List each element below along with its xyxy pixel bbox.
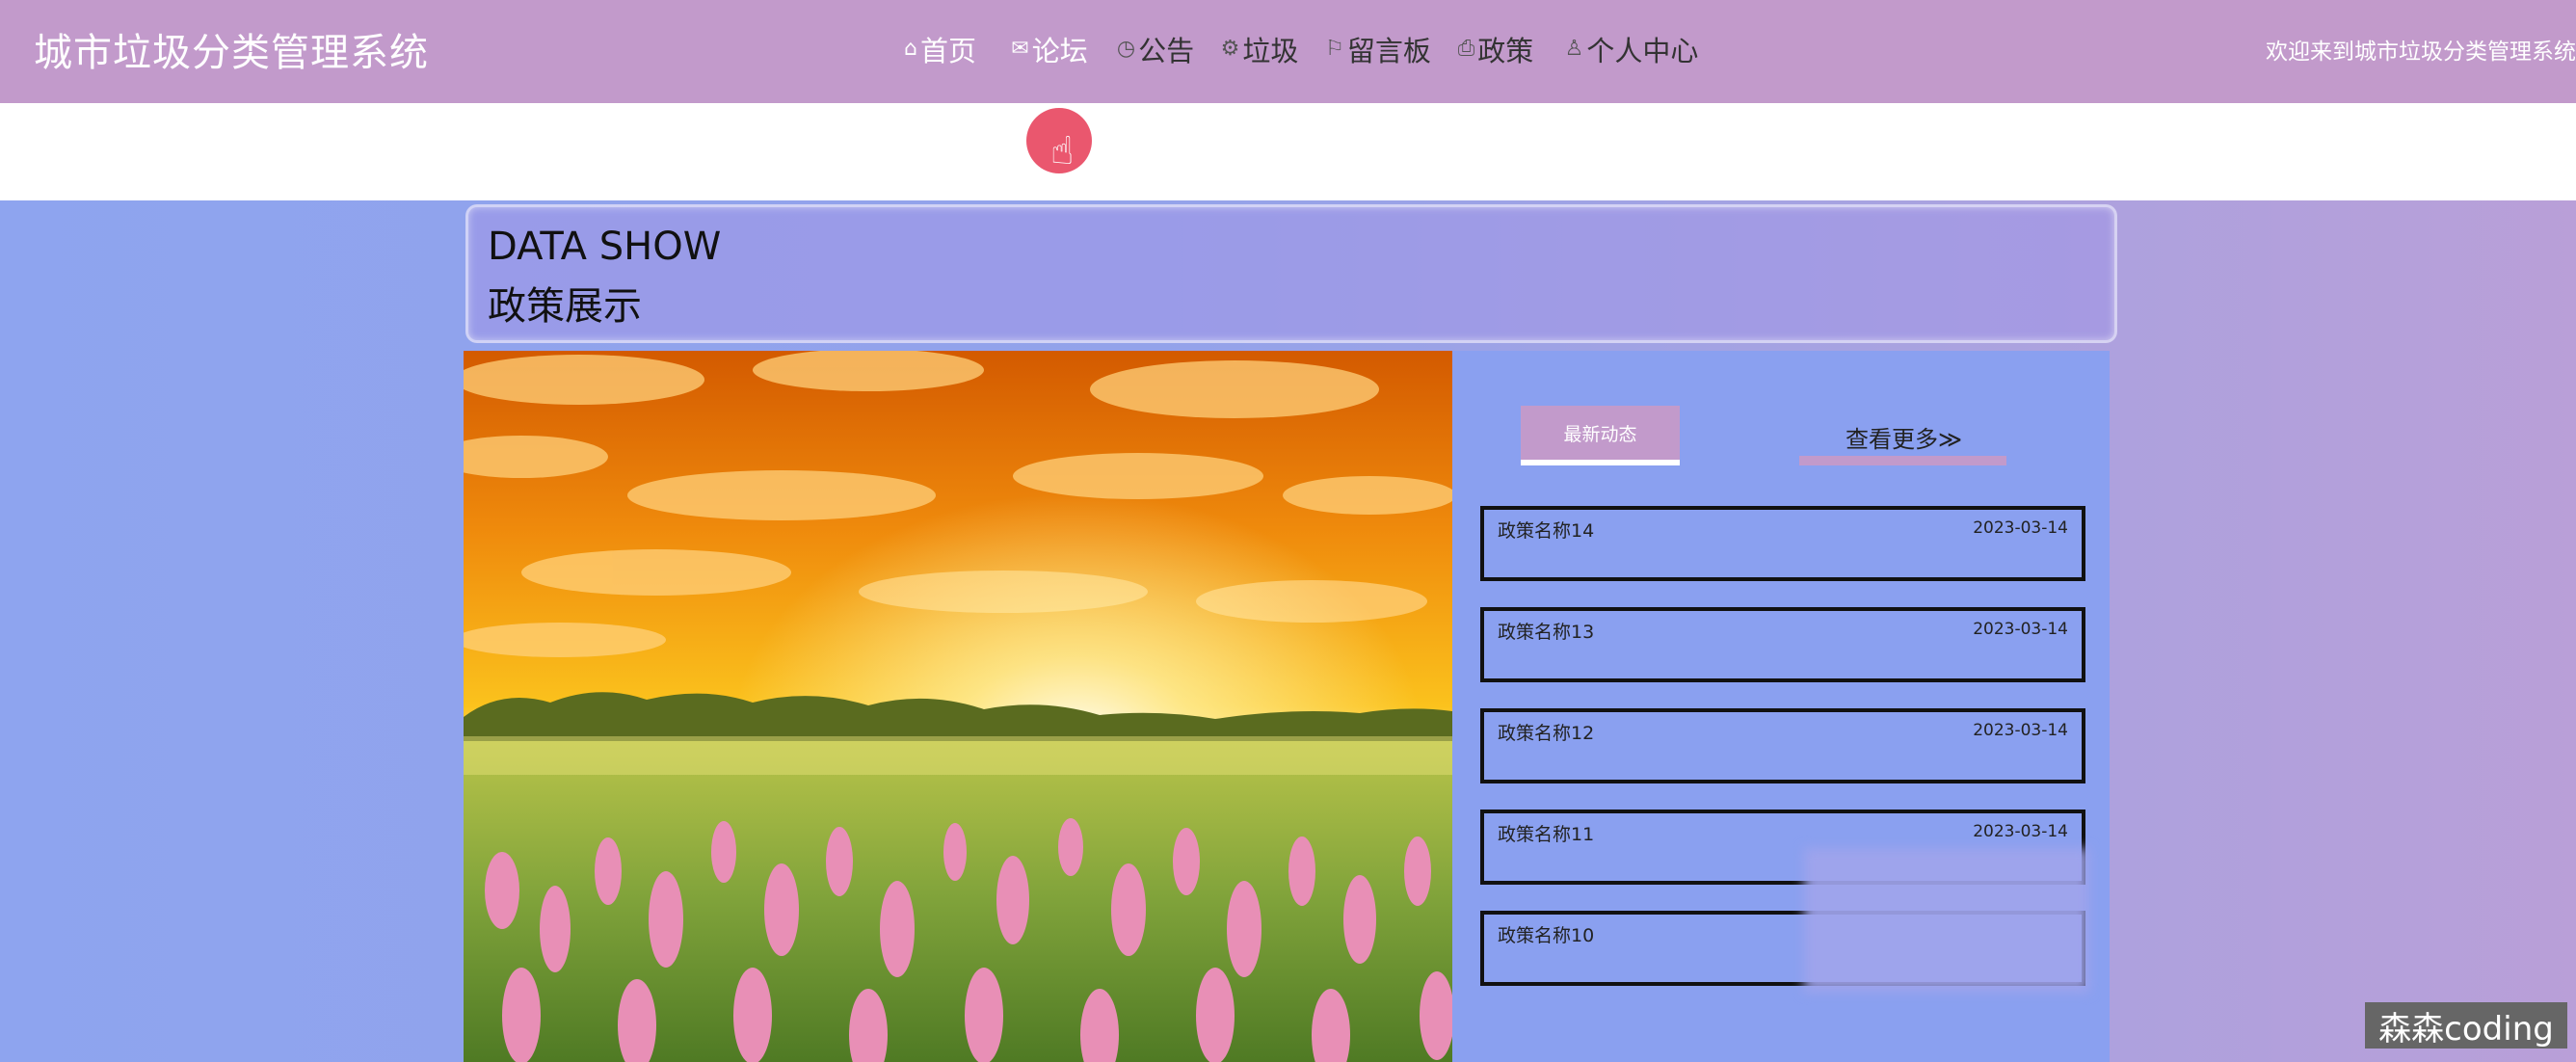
active-tab-underline bbox=[1521, 460, 1680, 465]
nav-notice[interactable]: ◷ 公告 bbox=[1114, 0, 1197, 97]
nav-garbage[interactable]: ⚙ 垃圾 bbox=[1218, 0, 1301, 97]
nav-message-board[interactable]: ⚐ 留言板 bbox=[1323, 0, 1433, 97]
section-title-en: DATA SHOW bbox=[488, 225, 722, 269]
news-date: 2023-03-14 bbox=[1973, 822, 2068, 841]
welcome-text: 欢迎来到城市垃圾分类管理系统 bbox=[2266, 40, 2576, 65]
nav-home-label: 首页 bbox=[919, 34, 976, 67]
nav-message-board-label: 留言板 bbox=[1346, 34, 1431, 67]
mail-icon: ✉ bbox=[1011, 37, 1029, 61]
section-heading: DATA SHOW 政策展示 bbox=[465, 204, 2117, 343]
user-icon: ♙ bbox=[1564, 37, 1584, 61]
nav-notice-label: 公告 bbox=[1138, 34, 1195, 67]
news-date: 2023-03-14 bbox=[1973, 721, 2068, 740]
site-title: 城市垃圾分类管理系统 bbox=[34, 31, 429, 75]
nav-divider bbox=[994, 103, 997, 200]
blurred-overlay bbox=[1804, 848, 2089, 993]
news-item[interactable]: 政策名称14 2023-03-14 bbox=[1480, 506, 2085, 581]
news-title: 政策名称14 bbox=[1498, 520, 1595, 542]
home-icon: ⌂ bbox=[904, 37, 917, 61]
flag-icon: ⚐ bbox=[1325, 37, 1344, 61]
nav-personal-center[interactable]: ♙ 个人中心 bbox=[1564, 0, 1699, 97]
nav-policy[interactable]: ⎙ 政策 bbox=[1454, 0, 1537, 97]
nav-policy-label: 政策 bbox=[1477, 34, 1534, 67]
nav-forum-label: 论坛 bbox=[1031, 34, 1088, 67]
nav-garbage-label: 垃圾 bbox=[1242, 34, 1299, 67]
nav-personal-center-label: 个人中心 bbox=[1586, 34, 1699, 67]
nav-forum[interactable]: ✉ 论坛 bbox=[997, 0, 1102, 97]
news-item[interactable]: 政策名称13 2023-03-14 bbox=[1480, 607, 2085, 682]
hand-cursor-icon: ☝ bbox=[1050, 129, 1075, 173]
sunset-meadow-image[interactable] bbox=[464, 351, 1452, 1062]
clock-icon: ◷ bbox=[1116, 37, 1136, 61]
news-title: 政策名称12 bbox=[1498, 723, 1595, 744]
news-date: 2023-03-14 bbox=[1973, 518, 2068, 538]
news-title: 政策名称11 bbox=[1498, 824, 1595, 845]
news-item[interactable]: 政策名称12 2023-03-14 bbox=[1480, 708, 2085, 783]
gear-icon: ⚙ bbox=[1220, 37, 1240, 61]
printer-icon: ⎙ bbox=[1457, 37, 1475, 61]
news-title: 政策名称10 bbox=[1498, 925, 1595, 946]
news-date: 2023-03-14 bbox=[1973, 620, 2068, 639]
more-link-underline bbox=[1799, 456, 2006, 465]
watermark-label: 森森coding bbox=[2365, 1002, 2567, 1049]
news-title: 政策名称13 bbox=[1498, 622, 1595, 643]
main-nav bbox=[0, 103, 2576, 200]
nav-home[interactable]: ⌂ 首页 bbox=[887, 0, 994, 97]
view-more-link[interactable]: 查看更多≫ bbox=[1846, 420, 1962, 454]
tab-latest-news[interactable]: 最新动态 bbox=[1521, 406, 1680, 460]
section-title-cn: 政策展示 bbox=[488, 284, 642, 329]
